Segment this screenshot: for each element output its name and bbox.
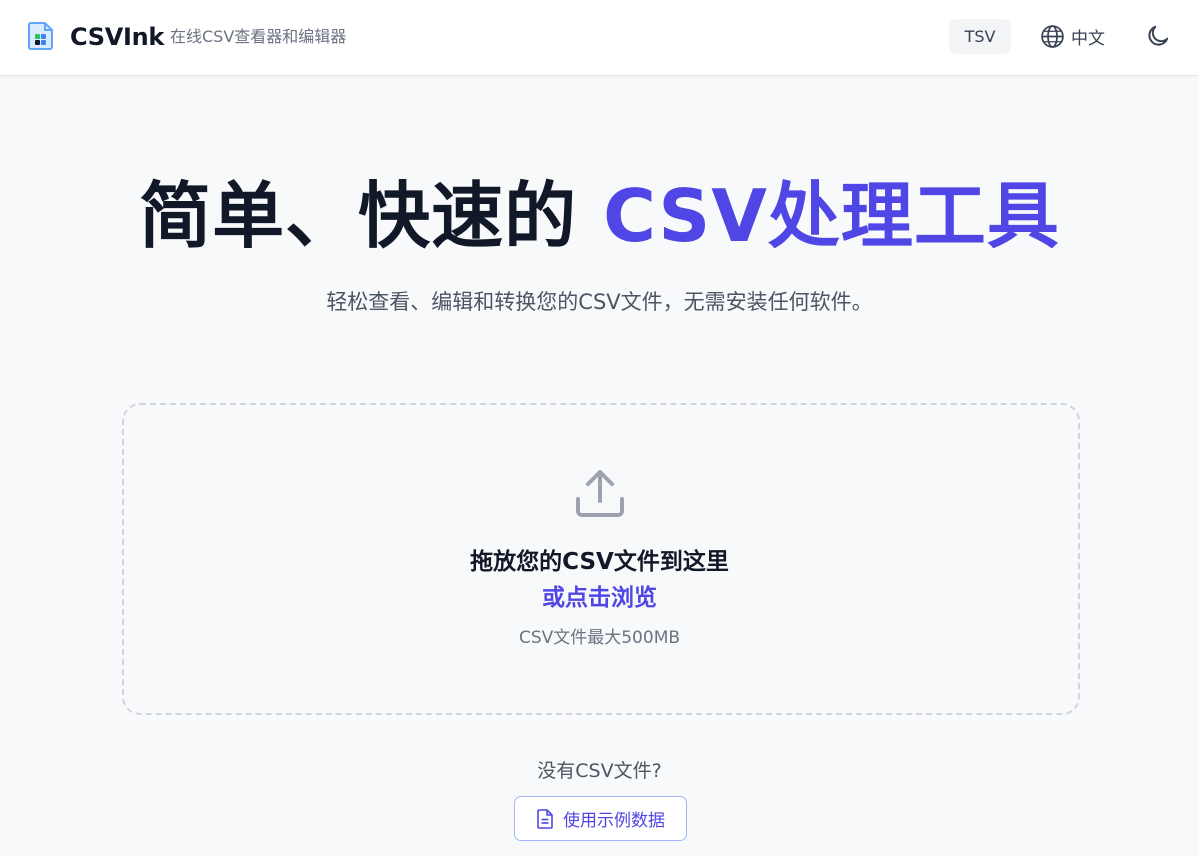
no-file-prompt: 没有CSV文件? <box>537 760 662 782</box>
file-size-hint: CSV文件最大500MB <box>518 628 681 648</box>
csv-file-logo-icon[interactable] <box>27 21 55 51</box>
language-switcher[interactable]: 中文 <box>1040 19 1112 54</box>
use-sample-data-button[interactable]: 使用示例数据 <box>514 796 687 841</box>
hero-subtitle: 轻松查看、编辑和转换您的CSV文件，无需安装任何软件。 <box>326 290 873 314</box>
globe-icon <box>1041 25 1064 48</box>
sample-button-label: 使用示例数据 <box>563 811 665 831</box>
browse-files-link[interactable]: 或点击浏览 <box>0 582 1199 614</box>
dropzone-title: 拖放您的CSV文件到这里 <box>470 549 729 575</box>
language-label: 中文 <box>1071 29 1105 49</box>
document-icon <box>537 808 553 829</box>
tsv-mode-button[interactable]: TSV <box>949 19 1011 54</box>
top-navigation-bar: CSVInk 在线CSV查看器和编辑器 TSV 中文 <box>0 0 1199 76</box>
upload-icon <box>576 470 624 517</box>
brand-name[interactable]: CSVInk <box>70 21 164 53</box>
hero-title-accent: CSV处理工具 <box>603 174 1060 258</box>
hero-title: 简单、快速的 CSV处理工具 <box>0 166 1199 266</box>
moon-icon[interactable] <box>1145 23 1171 49</box>
brand-tagline: 在线CSV查看器和编辑器 <box>170 27 347 46</box>
hero-title-main: 简单、快速的 <box>139 174 604 258</box>
